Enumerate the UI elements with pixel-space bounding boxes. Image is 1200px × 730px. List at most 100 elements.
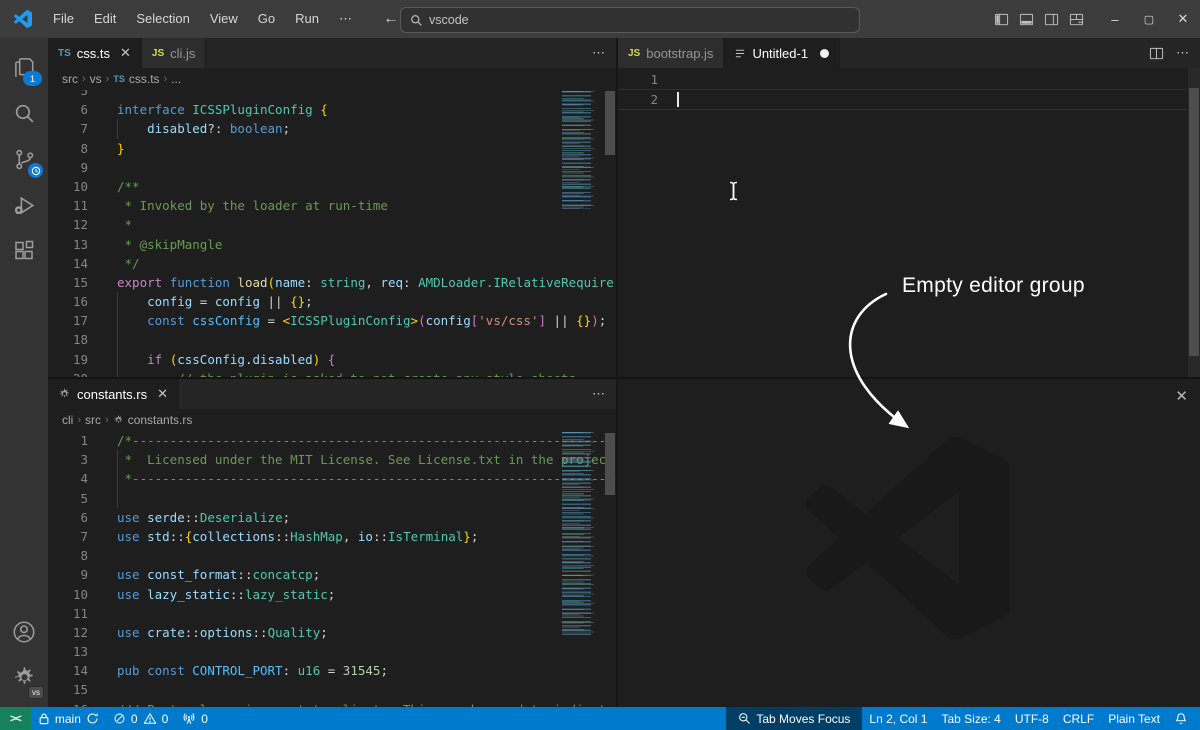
code-line[interactable]: 9	[48, 158, 560, 177]
code-line[interactable]: 10use lazy_static::lazy_static;	[48, 585, 560, 604]
menu-item[interactable]: ⋯	[330, 7, 361, 31]
scrollbar[interactable]	[604, 90, 616, 377]
minimize-button[interactable]: –	[1098, 0, 1132, 38]
language-mode-item[interactable]: Plain Text	[1101, 707, 1167, 730]
menu-item[interactable]: Edit	[85, 7, 125, 31]
toggle-panel-icon[interactable]	[1019, 12, 1034, 27]
breadcrumb-item[interactable]: src	[85, 413, 101, 427]
maximize-button[interactable]: ▢	[1132, 0, 1166, 38]
code-line[interactable]: 15	[48, 680, 560, 699]
empty-editor-group[interactable]: ✕	[618, 379, 1200, 707]
toggle-secondary-sidebar-icon[interactable]	[1044, 12, 1059, 27]
breadcrumb-item[interactable]: constants.rs	[128, 413, 193, 427]
code-line[interactable]: 20 // the plugin is asked to not create …	[48, 369, 560, 377]
breadcrumb[interactable]: cli› src› constants.rs	[48, 409, 616, 431]
tab-moves-focus-item[interactable]: Tab Moves Focus	[726, 707, 862, 730]
toggle-sidebar-icon[interactable]	[994, 12, 1009, 27]
code-line[interactable]: 16 config = config || {};	[48, 292, 560, 311]
tab-css-ts[interactable]: TS css.ts ✕	[48, 38, 142, 68]
code-line[interactable]: 8	[48, 546, 560, 565]
breadcrumb[interactable]: src› vs› TS css.ts› ...	[48, 68, 616, 90]
tab-close-icon[interactable]: ✕	[157, 386, 168, 402]
code-line[interactable]: 11 * Invoked by the loader at run-time	[48, 196, 560, 215]
menu-item[interactable]: Selection	[127, 7, 198, 31]
cursor-position-item[interactable]: Ln 2, Col 1	[862, 707, 934, 730]
code-line[interactable]: 3 * Licensed under the MIT License. See …	[48, 450, 560, 469]
tab-bootstrap-js[interactable]: JS bootstrap.js	[618, 38, 724, 68]
ports-status-item[interactable]: 0	[175, 707, 215, 730]
code-line[interactable]: 16/// Protocol version sent to clients. …	[48, 700, 560, 707]
command-center-search[interactable]: vscode	[400, 7, 860, 33]
code-line[interactable]: 12 *	[48, 215, 560, 234]
code-line[interactable]: 2	[618, 89, 1186, 110]
tab-close-icon[interactable]: ✕	[120, 45, 131, 61]
menu-item[interactable]: View	[201, 7, 247, 31]
code-text: * Licensed under the MIT License. See Li…	[117, 450, 616, 469]
editor-css-ts[interactable]: 56interface ICSSPluginConfig {7 disabled…	[48, 90, 616, 377]
code-line[interactable]: 9use const_format::concatcp;	[48, 565, 560, 584]
menu-item[interactable]: File	[44, 7, 83, 31]
breadcrumb-item[interactable]: cli	[62, 413, 73, 427]
code-line[interactable]: 13	[48, 642, 560, 661]
editor-untitled-1[interactable]: 12	[618, 68, 1200, 377]
minimap[interactable]	[562, 432, 600, 635]
code-line[interactable]: 11	[48, 604, 560, 623]
code-line[interactable]: 8}	[48, 139, 560, 158]
code-line[interactable]: 4 *-------------------------------------…	[48, 469, 560, 488]
code-line[interactable]: 14 */	[48, 254, 560, 273]
tab-constants-rs[interactable]: constants.rs ✕	[48, 379, 179, 409]
code-line[interactable]: 6use serde::Deserialize;	[48, 508, 560, 527]
code-line[interactable]: 15export function load(name: string, req…	[48, 273, 560, 292]
notifications-bell[interactable]	[1167, 707, 1200, 730]
eol-item[interactable]: CRLF	[1056, 707, 1101, 730]
menu-bar[interactable]: FileEditSelectionViewGoRun⋯	[44, 7, 361, 31]
activity-source-control[interactable]	[0, 136, 48, 182]
code-line[interactable]: 1/*-------------------------------------…	[48, 431, 560, 450]
problems-status-item[interactable]: 0 0	[106, 707, 175, 730]
code-line[interactable]: 5	[48, 489, 560, 508]
code-line[interactable]: 7use std::{collections::HashMap, io::IsT…	[48, 527, 560, 546]
dirty-indicator-icon[interactable]	[820, 49, 829, 58]
scrollbar[interactable]	[1188, 68, 1200, 377]
code-line[interactable]: 17 const cssConfig = <ICSSPluginConfig>(…	[48, 311, 560, 330]
code-line[interactable]: 12use crate::options::Quality;	[48, 623, 560, 642]
remote-indicator[interactable]: ><	[0, 707, 31, 730]
scrollbar[interactable]	[604, 431, 616, 707]
code-line[interactable]: 6interface ICSSPluginConfig {	[48, 100, 560, 119]
editor-actions-more-icon[interactable]: ⋯	[592, 45, 606, 61]
code-line[interactable]: 19 if (cssConfig.disabled) {	[48, 350, 560, 369]
breadcrumb-item[interactable]: src	[62, 72, 78, 86]
breadcrumb-item[interactable]: ...	[171, 72, 181, 86]
breadcrumb-item[interactable]: css.ts	[129, 72, 160, 86]
code-line[interactable]: 10/**	[48, 177, 560, 196]
breadcrumb-item[interactable]: vs	[90, 72, 102, 86]
code-line[interactable]: 18	[48, 330, 560, 349]
activity-run-debug[interactable]	[0, 182, 48, 228]
tab-cli-js[interactable]: JS cli.js	[142, 38, 207, 68]
close-group-icon[interactable]: ✕	[1175, 387, 1188, 405]
split-editor-icon[interactable]	[1149, 46, 1164, 61]
code-line[interactable]: 13 * @skipMangle	[48, 235, 560, 254]
menu-item[interactable]: Run	[286, 7, 328, 31]
editor-actions-more-icon[interactable]: ⋯	[592, 386, 606, 402]
code-line[interactable]: 1	[618, 70, 1186, 89]
indentation-item[interactable]: Tab Size: 4	[934, 707, 1007, 730]
encoding-item[interactable]: UTF-8	[1008, 707, 1056, 730]
customize-layout-icon[interactable]	[1069, 12, 1084, 27]
minimap[interactable]	[562, 91, 600, 209]
tab-untitled-1[interactable]: Untitled-1	[724, 38, 840, 68]
activity-explorer[interactable]: 1	[0, 44, 48, 90]
editor-actions-more-icon[interactable]: ⋯	[1176, 45, 1190, 61]
activity-extensions[interactable]	[0, 228, 48, 274]
code-line[interactable]: 7 disabled?: boolean;	[48, 119, 560, 138]
nav-back-button[interactable]: ←	[383, 10, 399, 28]
menu-item[interactable]: Go	[249, 7, 284, 31]
account-button[interactable]	[0, 609, 48, 655]
settings-button[interactable]: vs	[0, 655, 48, 701]
code-line[interactable]: 14pub const CONTROL_PORT: u16 = 31545;	[48, 661, 560, 680]
activity-search[interactable]	[0, 90, 48, 136]
close-button[interactable]: ✕	[1166, 0, 1200, 38]
editor-constants-rs[interactable]: 1/*-------------------------------------…	[48, 431, 616, 707]
branch-status-item[interactable]: main	[31, 707, 106, 730]
code-line[interactable]: 5	[48, 90, 560, 100]
